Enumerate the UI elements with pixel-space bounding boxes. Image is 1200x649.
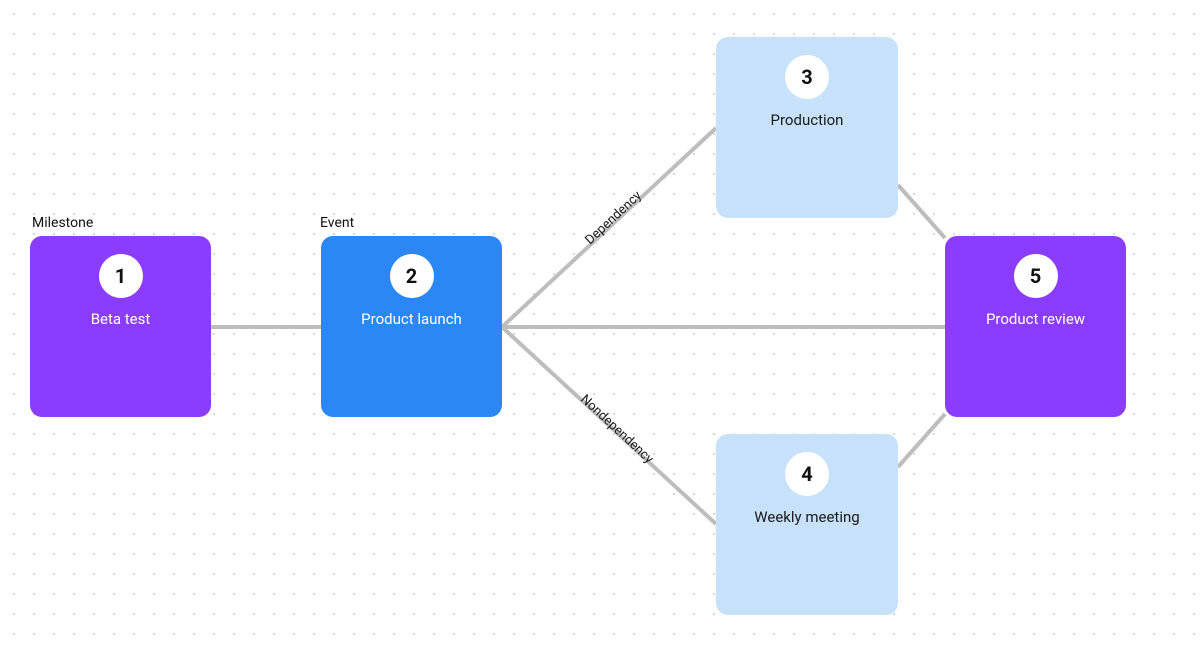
edge-2-4 <box>502 327 716 524</box>
edge-2-3 <box>502 128 716 327</box>
node-number-badge: 4 <box>785 452 829 496</box>
label-event: Event <box>320 215 354 231</box>
edge-3-5 <box>898 185 945 238</box>
node-production[interactable]: 3 Production <box>716 37 898 218</box>
node-number-badge: 1 <box>99 254 143 298</box>
node-number-badge: 5 <box>1014 254 1058 298</box>
edge-4-5 <box>898 414 945 467</box>
diagram-canvas[interactable]: Dependency Nondependency Milestone Event… <box>0 0 1200 649</box>
node-number-badge: 3 <box>785 55 829 99</box>
edge-label-dependency: Dependency <box>582 188 644 248</box>
label-milestone: Milestone <box>32 215 93 231</box>
node-product-review[interactable]: 5 Product review <box>945 236 1126 417</box>
node-title: Production <box>763 111 852 129</box>
node-title: Product review <box>978 310 1093 328</box>
edge-label-nondependency: Nondependency <box>577 392 656 467</box>
node-title: Beta test <box>83 310 159 328</box>
node-beta-test[interactable]: 1 Beta test <box>30 236 211 417</box>
node-number-badge: 2 <box>390 254 434 298</box>
node-product-launch[interactable]: 2 Product launch <box>321 236 502 417</box>
node-title: Product launch <box>353 310 470 328</box>
node-weekly-meeting[interactable]: 4 Weekly meeting <box>716 434 898 615</box>
node-title: Weekly meeting <box>746 508 867 526</box>
